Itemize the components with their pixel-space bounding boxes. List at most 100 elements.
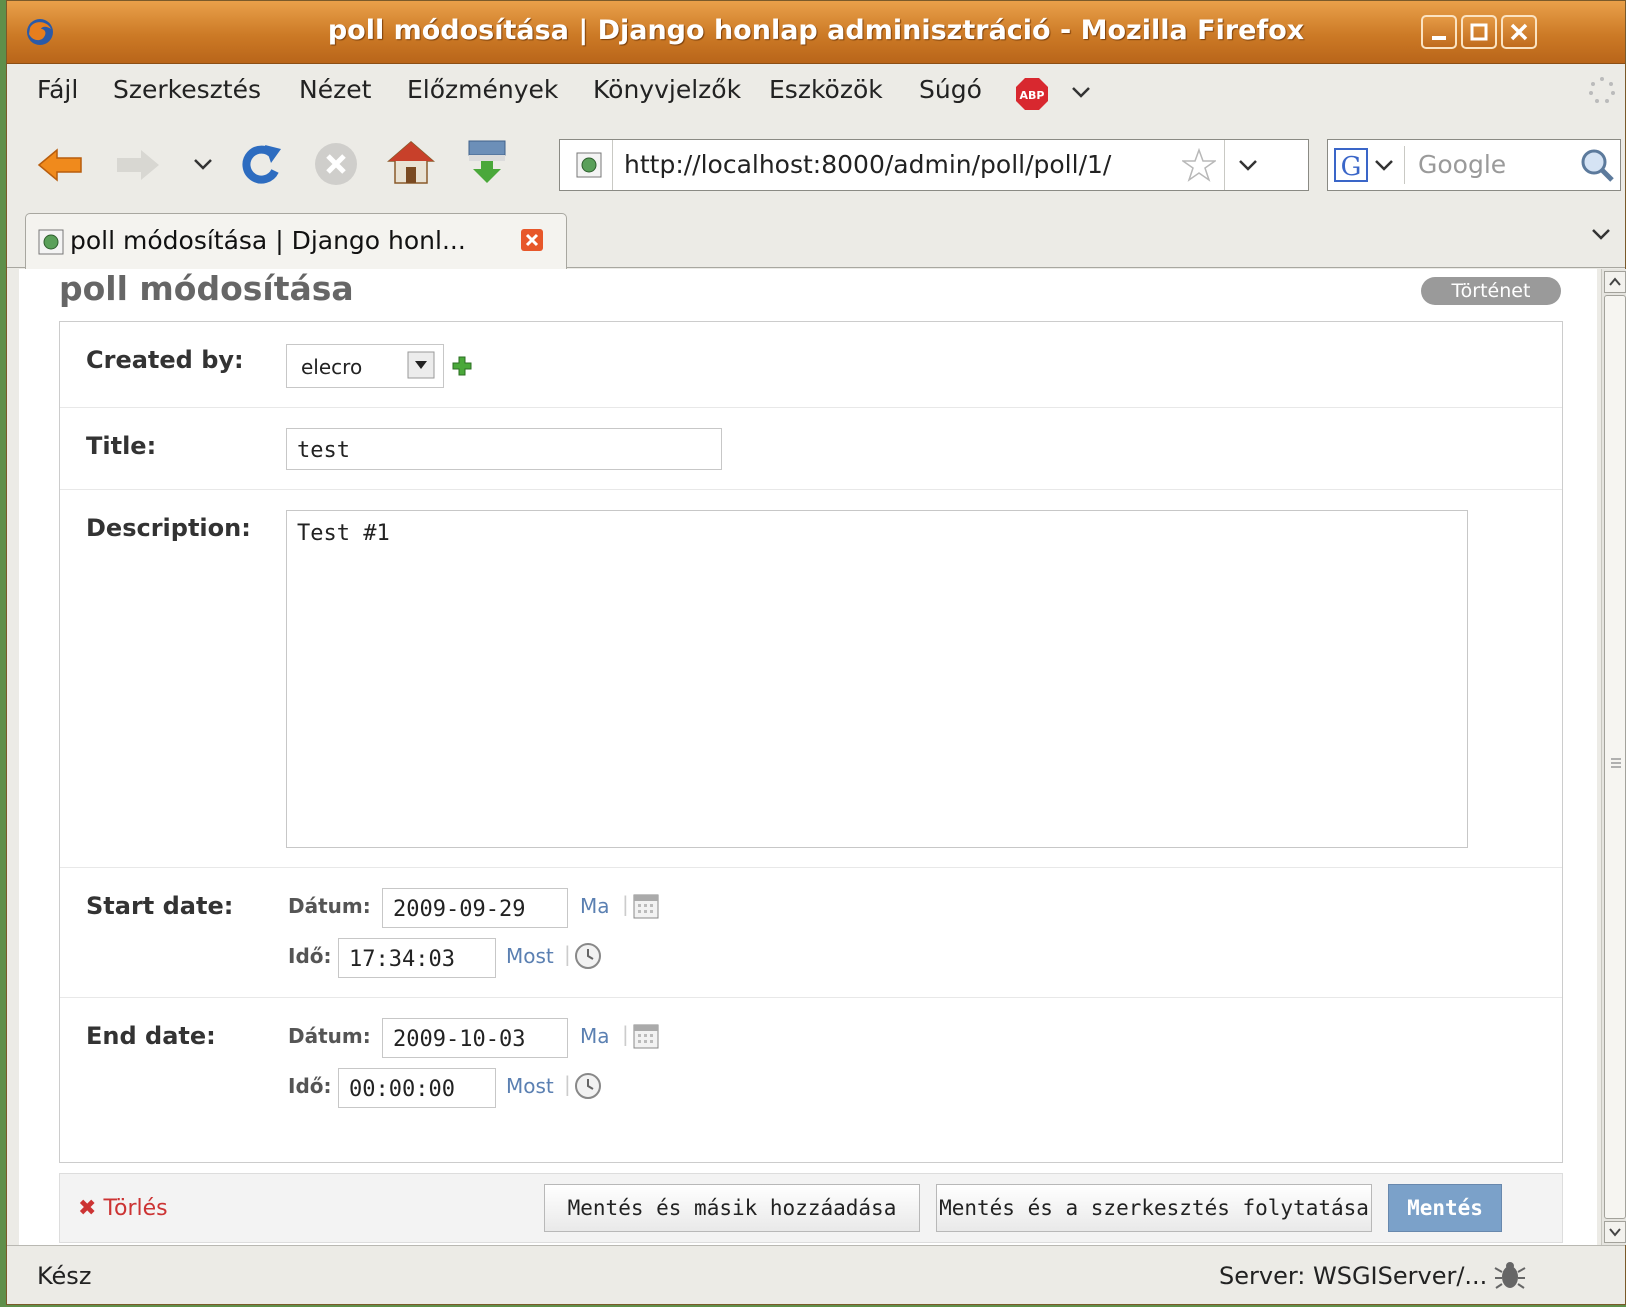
menu-tools[interactable]: Eszközök bbox=[769, 75, 883, 104]
start-time-now-link[interactable]: Most bbox=[506, 944, 554, 968]
svg-text:ABP: ABP bbox=[1020, 89, 1045, 102]
maximize-button[interactable] bbox=[1461, 15, 1497, 49]
page-content: poll módosítása Történet Created by: ele… bbox=[19, 269, 1597, 1245]
status-text: Kész bbox=[37, 1262, 92, 1290]
title-value: test bbox=[297, 438, 350, 463]
created-by-select[interactable]: elecro bbox=[286, 344, 444, 388]
bookmark-star-icon[interactable] bbox=[1182, 148, 1216, 182]
url-dropdown-icon[interactable] bbox=[1238, 158, 1258, 172]
end-time-input[interactable]: 00:00:00 bbox=[338, 1068, 496, 1108]
separator: | bbox=[564, 942, 571, 966]
title-input[interactable]: test bbox=[286, 428, 722, 470]
vertical-scrollbar[interactable] bbox=[1601, 269, 1626, 1245]
tab-favicon-icon bbox=[38, 229, 64, 255]
row-end-date: End date: Dátum: 2009-10-03 Ma | Idő: 00… bbox=[60, 998, 1562, 1130]
chevron-up-icon bbox=[1609, 277, 1621, 286]
scroll-down-button[interactable] bbox=[1604, 1221, 1626, 1243]
end-time-value: 00:00:00 bbox=[349, 1077, 455, 1102]
close-tab-icon[interactable] bbox=[520, 228, 544, 252]
description-value: Test #1 bbox=[297, 521, 390, 546]
add-related-icon[interactable] bbox=[452, 356, 472, 376]
start-time-input[interactable]: 17:34:03 bbox=[338, 938, 496, 978]
separator: | bbox=[622, 1022, 629, 1046]
search-placeholder[interactable]: Google bbox=[1418, 150, 1506, 179]
start-date-today-link[interactable]: Ma bbox=[580, 894, 610, 918]
search-icon[interactable] bbox=[1578, 146, 1616, 184]
end-date-input[interactable]: 2009-10-03 bbox=[382, 1018, 568, 1058]
page-favicon-icon bbox=[576, 152, 602, 178]
menu-edit[interactable]: Szerkesztés bbox=[113, 75, 261, 104]
start-date-date-label: Dátum: bbox=[288, 894, 371, 918]
end-time-now-link[interactable]: Most bbox=[506, 1074, 554, 1098]
select-arrow-icon[interactable] bbox=[407, 351, 435, 379]
save-continue-button[interactable]: Mentés és a szerkesztés folytatása bbox=[936, 1184, 1372, 1232]
description-textarea[interactable]: Test #1 bbox=[286, 510, 1468, 848]
row-created-by: Created by: elecro bbox=[60, 322, 1562, 408]
menu-help[interactable]: Súgó bbox=[919, 75, 982, 104]
end-date-label: End date: bbox=[86, 1022, 216, 1050]
start-time-value: 17:34:03 bbox=[349, 947, 455, 972]
stop-icon[interactable] bbox=[313, 141, 359, 187]
menu-history[interactable]: Előzmények bbox=[407, 75, 558, 104]
reload-icon[interactable] bbox=[239, 141, 283, 187]
clock-icon[interactable] bbox=[574, 1072, 602, 1100]
chevron-down-icon[interactable] bbox=[1071, 85, 1091, 99]
menu-file[interactable]: Fájl bbox=[37, 75, 78, 104]
delete-link[interactable]: ✖ Törlés bbox=[78, 1196, 168, 1221]
row-description: Description: Test #1 bbox=[60, 490, 1562, 868]
created-by-value: elecro bbox=[301, 355, 363, 379]
delete-label: Törlés bbox=[103, 1196, 168, 1221]
separator: | bbox=[622, 892, 629, 916]
google-engine-icon[interactable]: G bbox=[1334, 148, 1368, 182]
home-icon[interactable] bbox=[387, 139, 435, 185]
tab-poll-edit[interactable]: poll módosítása | Django honl... bbox=[25, 213, 567, 269]
menu-bar: Fájl Szerkesztés Nézet Előzmények Könyvj… bbox=[7, 63, 1625, 121]
scroll-up-button[interactable] bbox=[1604, 271, 1626, 293]
menu-view[interactable]: Nézet bbox=[299, 75, 371, 104]
history-button[interactable]: Történet bbox=[1421, 277, 1561, 305]
firebug-icon[interactable] bbox=[1493, 1258, 1527, 1292]
end-date-today-link[interactable]: Ma bbox=[580, 1024, 610, 1048]
save-add-another-button[interactable]: Mentés és másik hozzáadása bbox=[544, 1184, 920, 1232]
title-bar: poll módosítása | Django honlap adminisz… bbox=[7, 1, 1625, 64]
window-title: poll módosítása | Django honlap adminisz… bbox=[327, 15, 1305, 46]
delete-icon: ✖ bbox=[78, 1196, 97, 1221]
start-date-value: 2009-09-29 bbox=[393, 897, 526, 922]
search-engine-dropdown-icon[interactable] bbox=[1374, 158, 1394, 172]
poll-form: Created by: elecro Title: test Descripti… bbox=[59, 321, 1563, 1163]
description-label: Description: bbox=[86, 514, 251, 542]
start-date-input[interactable]: 2009-09-29 bbox=[382, 888, 568, 928]
row-title: Title: test bbox=[60, 408, 1562, 490]
address-bar[interactable]: http://localhost:8000/admin/poll/poll/1/ bbox=[559, 139, 1309, 191]
download-icon[interactable] bbox=[465, 139, 509, 185]
row-start-date: Start date: Dátum: 2009-09-29 Ma | Idő: … bbox=[60, 868, 1562, 998]
calendar-icon[interactable] bbox=[632, 1022, 660, 1050]
close-window-button[interactable] bbox=[1501, 15, 1537, 49]
adblock-icon[interactable]: ABP bbox=[1015, 77, 1049, 111]
grip-icon bbox=[1611, 758, 1621, 768]
menu-bookmarks[interactable]: Könyvjelzők bbox=[593, 75, 741, 104]
browser-window: poll módosítása | Django honlap adminisz… bbox=[6, 0, 1626, 1305]
forward-arrow-icon[interactable] bbox=[115, 147, 161, 183]
end-date-time-label: Idő: bbox=[288, 1074, 332, 1098]
back-arrow-icon[interactable] bbox=[37, 147, 83, 183]
minimize-button[interactable] bbox=[1421, 15, 1457, 49]
clock-icon[interactable] bbox=[574, 942, 602, 970]
submit-row: ✖ Törlés Mentés és másik hozzáadása Ment… bbox=[59, 1173, 1563, 1243]
tab-list-dropdown-icon[interactable] bbox=[1591, 227, 1611, 241]
save-button[interactable]: Mentés bbox=[1388, 1184, 1502, 1232]
title-label: Title: bbox=[86, 432, 157, 460]
tab-label: poll módosítása | Django honl... bbox=[70, 226, 466, 255]
url-text[interactable]: http://localhost:8000/admin/poll/poll/1/ bbox=[624, 150, 1111, 179]
end-date-value: 2009-10-03 bbox=[393, 1027, 526, 1052]
start-date-time-label: Idő: bbox=[288, 944, 332, 968]
calendar-icon[interactable] bbox=[632, 892, 660, 920]
server-text: Server: WSGIServer/... bbox=[1219, 1262, 1488, 1290]
search-bar[interactable]: G Google bbox=[1327, 139, 1621, 191]
created-by-label: Created by: bbox=[86, 346, 244, 374]
chevron-down-icon bbox=[1609, 1228, 1621, 1237]
history-dropdown-icon[interactable] bbox=[193, 157, 213, 171]
scroll-thumb[interactable] bbox=[1604, 295, 1626, 1219]
throbber-icon bbox=[1589, 77, 1615, 103]
page-title: poll módosítása bbox=[59, 269, 354, 308]
